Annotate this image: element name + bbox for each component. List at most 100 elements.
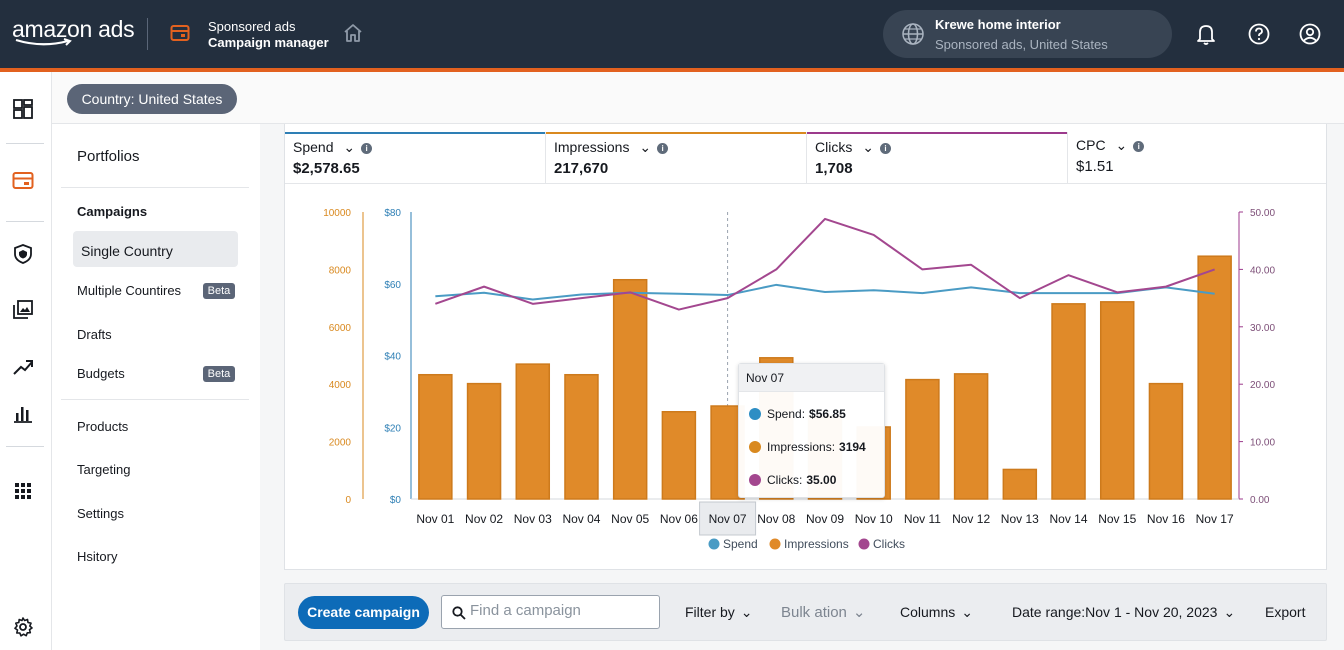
header-divider bbox=[147, 18, 148, 50]
clicks-tick-label: 30.00 bbox=[1250, 323, 1275, 334]
x-tick-label: Nov 04 bbox=[562, 512, 600, 526]
account-name: Krewe home interior bbox=[935, 17, 1061, 32]
date-range-dropdown[interactable]: Date range:Nov 1 - Nov 20, 2023 ⌄ bbox=[1012, 604, 1235, 621]
export-button[interactable]: Export bbox=[1265, 604, 1305, 620]
impressions-tick-label: 2000 bbox=[329, 438, 352, 449]
spend-tick-label: $60 bbox=[384, 280, 401, 291]
campaign-toolbar: Create campaign Filter by⌄ Bulk ation⌄ C… bbox=[284, 583, 1327, 641]
campaign-search[interactable] bbox=[441, 595, 660, 629]
beta-badge: Beta bbox=[203, 283, 235, 299]
app-product-name: Sponsored ads bbox=[208, 19, 296, 34]
legend-marker bbox=[769, 538, 781, 550]
nav-settings[interactable]: Settings bbox=[77, 506, 124, 521]
chart-tooltip: Nov 07 Spend: $56.85 Impressions: 3194 Cli… bbox=[738, 363, 885, 498]
search-icon bbox=[452, 606, 466, 620]
app-module-name: Campaign manager bbox=[208, 35, 329, 50]
x-tick-label: Nov 15 bbox=[1098, 512, 1136, 526]
rail-divider bbox=[6, 221, 44, 222]
x-tick-label: Nov 11 bbox=[904, 512, 941, 526]
x-tick-label: Nov 07 bbox=[709, 512, 747, 526]
country-selector[interactable]: Country: United States bbox=[67, 84, 237, 114]
user-icon[interactable] bbox=[1298, 22, 1322, 46]
legend-label: Spend bbox=[723, 537, 758, 551]
rail-divider bbox=[6, 446, 44, 447]
x-tick-label: Nov 13 bbox=[1001, 512, 1039, 526]
country-filter-row: Country: United States bbox=[52, 72, 1344, 124]
clicks-dot-icon bbox=[749, 474, 761, 486]
impressions-tick-label: 8000 bbox=[329, 265, 352, 276]
clicks-line bbox=[435, 217, 1215, 311]
nav-portfolios[interactable]: Portfolios bbox=[77, 148, 140, 165]
x-tick-label: Nov 16 bbox=[1147, 512, 1185, 526]
nav-history[interactable]: Hsitory bbox=[77, 549, 117, 564]
impressions-tick-label: 4000 bbox=[329, 380, 352, 391]
dashboard-icon[interactable] bbox=[12, 98, 34, 120]
home-icon[interactable] bbox=[342, 22, 364, 44]
x-tick-label: Nov 10 bbox=[855, 512, 893, 526]
x-tick-label: Nov 03 bbox=[514, 512, 552, 526]
trend-icon[interactable] bbox=[12, 356, 34, 378]
impressions-bar bbox=[466, 382, 502, 500]
clicks-tick-label: 50.00 bbox=[1250, 208, 1275, 219]
x-tick-label: Nov 14 bbox=[1050, 512, 1088, 526]
x-tick-label: Nov 09 bbox=[806, 512, 844, 526]
creative-icon[interactable] bbox=[12, 299, 34, 321]
legend-label: Clicks bbox=[873, 537, 905, 551]
nav-separator bbox=[61, 187, 249, 188]
nav-targeting[interactable]: Targeting bbox=[77, 462, 130, 477]
nav-campaigns-heading: Campaigns bbox=[77, 204, 148, 219]
shield-icon[interactable] bbox=[12, 243, 34, 265]
beta-badge: Beta bbox=[203, 366, 235, 382]
clicks-tick-label: 40.00 bbox=[1250, 265, 1275, 276]
bell-icon[interactable] bbox=[1195, 22, 1217, 46]
help-icon[interactable] bbox=[1247, 22, 1271, 46]
tooltip-title: Nov 07 bbox=[739, 364, 884, 392]
campaign-icon[interactable] bbox=[12, 171, 34, 191]
nav-single-country[interactable]: Single Country bbox=[81, 243, 173, 259]
impressions-bar bbox=[1051, 303, 1086, 500]
spend-tick-label: $0 bbox=[390, 495, 402, 506]
chevron-down-icon: ⌄ bbox=[961, 604, 973, 620]
left-icon-rail bbox=[0, 72, 52, 650]
logo-smile-icon bbox=[15, 38, 72, 46]
nav-multiple-countries[interactable]: Multiple Countires bbox=[77, 283, 181, 298]
impressions-bar bbox=[564, 373, 599, 500]
spend-tick-label: $80 bbox=[384, 208, 401, 219]
globe-icon bbox=[902, 23, 924, 45]
bar-chart-icon[interactable] bbox=[12, 402, 34, 424]
top-bar: amazon ads Sponsored ads Campaign manage… bbox=[0, 0, 1344, 68]
columns-dropdown[interactable]: Columns ⌄ bbox=[900, 604, 973, 621]
impressions-bar bbox=[661, 411, 697, 500]
spend-dot-icon bbox=[749, 408, 761, 420]
x-tick-label: Nov 01 bbox=[416, 512, 454, 526]
create-campaign-button[interactable]: Create campaign bbox=[298, 596, 429, 629]
settings-gear-icon[interactable] bbox=[12, 616, 34, 638]
x-tick-label: Nov 17 bbox=[1196, 512, 1234, 526]
impressions-dot-icon bbox=[749, 441, 761, 453]
filter-by-dropdown[interactable]: Filter by ⌄ bbox=[685, 604, 753, 621]
impressions-tick-label: 10000 bbox=[323, 208, 351, 219]
search-input[interactable] bbox=[470, 602, 650, 619]
chevron-down-icon: ⌄ bbox=[740, 604, 753, 620]
x-tick-label: Nov 02 bbox=[465, 512, 503, 526]
account-switcher[interactable]: Krewe home interior Sponsored ads, Unite… bbox=[883, 10, 1172, 58]
chevron-down-icon: ⌄ bbox=[852, 604, 866, 621]
chevron-down-icon: ⌄ bbox=[1223, 604, 1236, 620]
account-marketplace: Sponsored ads, United States bbox=[935, 37, 1108, 52]
nav-products[interactable]: Products bbox=[77, 419, 128, 434]
combo-chart: 0 2000 4000 6000 8000 10000 $0 $20 $40 $60 $80 0.00… bbox=[323, 208, 1275, 551]
nav-drafts[interactable]: Drafts bbox=[77, 327, 112, 342]
tooltip-impressions-row: Impressions: 3194 bbox=[749, 440, 866, 454]
bulk-action-dropdown[interactable]: Bulk ation ⌄ bbox=[781, 603, 865, 621]
apps-grid-icon[interactable] bbox=[12, 480, 34, 502]
impressions-bar bbox=[418, 373, 453, 500]
impressions-tick-label: 6000 bbox=[329, 323, 352, 334]
x-tick-label: Nov 12 bbox=[952, 512, 990, 526]
x-tick-label: Nov 08 bbox=[757, 512, 795, 526]
performance-chart-panel: Spend ⌄ i $2,578.65 Impressions ⌄ i 217,67… bbox=[284, 124, 1327, 570]
impressions-bar bbox=[612, 278, 648, 500]
impressions-bar bbox=[1002, 468, 1038, 500]
nav-budgets[interactable]: Budgets bbox=[77, 366, 125, 381]
x-tick-label: Nov 06 bbox=[660, 512, 698, 526]
spend-tick-label: $40 bbox=[384, 352, 401, 363]
